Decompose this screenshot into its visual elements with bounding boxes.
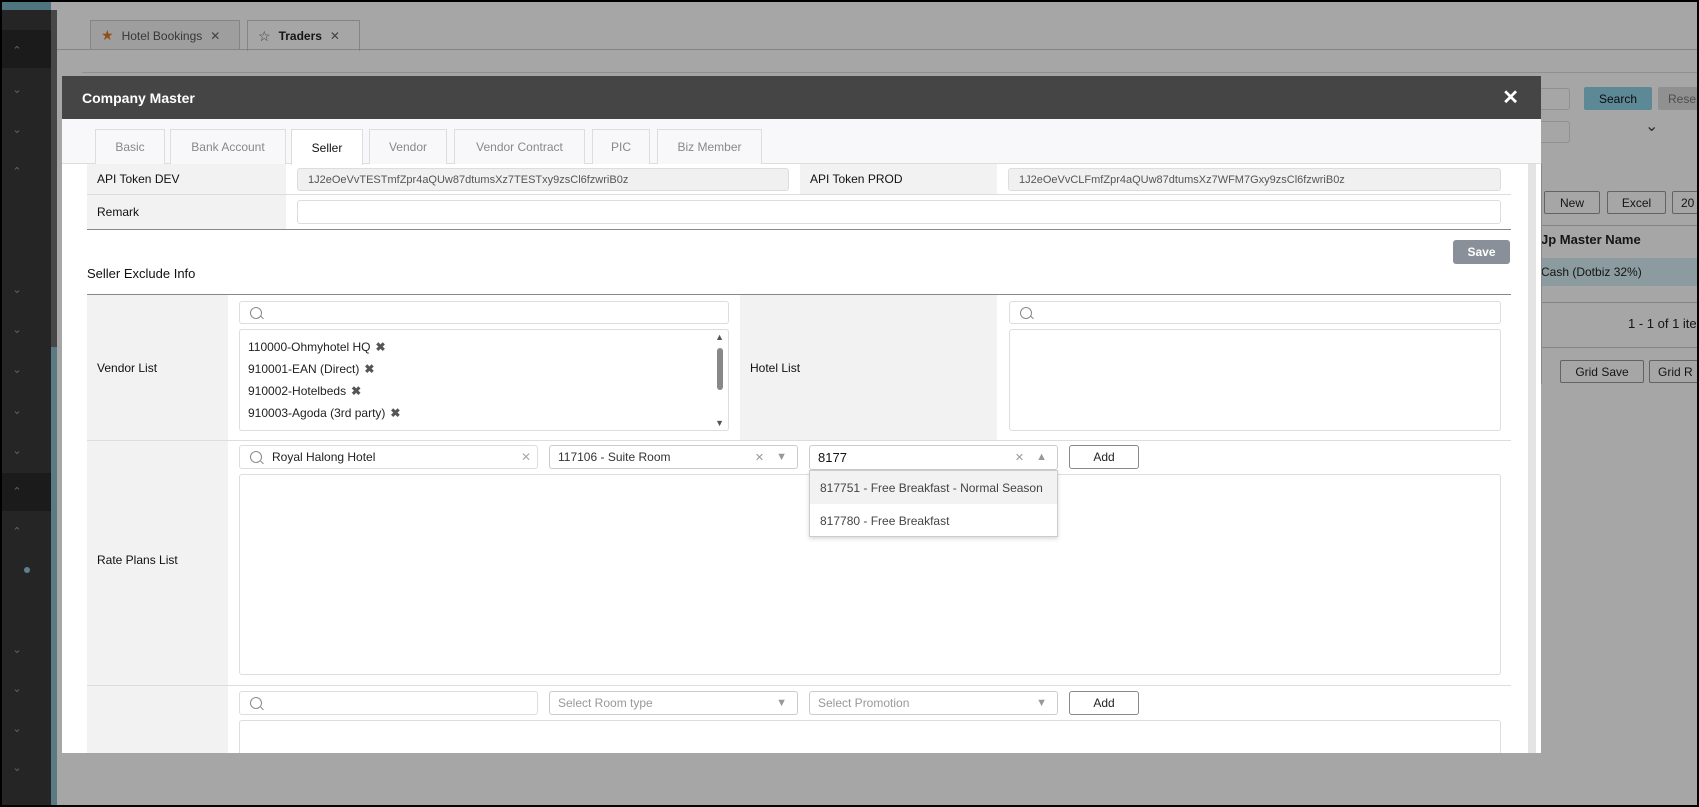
modal-tabs: Basic Bank Account Seller Vendor Vendor …	[62, 119, 1541, 165]
tab-bank-account[interactable]: Bank Account	[170, 129, 286, 164]
label-text: Rate Plans List	[97, 553, 178, 567]
field-value: Royal Halong Hotel	[272, 450, 376, 464]
api-token-prod-label: API Token PROD	[800, 164, 997, 194]
label-text: Hotel List	[750, 360, 801, 375]
list-box[interactable]	[239, 720, 1501, 753]
tab-biz-member[interactable]: Biz Member	[657, 129, 762, 164]
search-icon	[250, 451, 262, 463]
tab-vendor[interactable]: Vendor	[369, 129, 447, 164]
clear-icon[interactable]: ✕	[521, 450, 531, 464]
search-icon	[1020, 306, 1032, 319]
room-type-select[interactable]: 117106 - Suite Room ✕ ▼	[549, 445, 798, 469]
field-value: 1J2eOeVvCLFmfZpr4aQUw87dtumsXz7WFM7Gxy9z…	[1019, 173, 1345, 186]
vendor-name: 910003-Agoda (3rd party)	[248, 406, 386, 420]
label-text: API Token DEV	[97, 172, 180, 186]
promotion-select[interactable]: Select Promotion ▼	[809, 691, 1058, 715]
api-token-dev-field[interactable]: 1J2eOeVvTESTmfZpr4aQUw87dtumsXz7TESTxy9z…	[297, 168, 789, 191]
placeholder: Select Room type	[558, 696, 653, 710]
hotel-list-box[interactable]	[1009, 329, 1501, 431]
tab-vendor-contract[interactable]: Vendor Contract	[454, 129, 585, 164]
hotel-search-input[interactable]	[1009, 301, 1501, 324]
list-item: 910002-Hotelbeds ✖	[248, 380, 720, 402]
vendor-list-label: Vendor List	[87, 295, 228, 440]
scrollbar-thumb[interactable]	[717, 348, 723, 390]
list-item: 910003-Agoda (3rd party) ✖	[248, 402, 720, 424]
list-item: 910001-EAN (Direct) ✖	[248, 358, 720, 380]
row-label	[87, 686, 228, 753]
promotion-select[interactable]: 8177 ✕ ▲	[809, 445, 1058, 470]
search-icon	[250, 306, 262, 319]
placeholder: Select Promotion	[818, 696, 910, 710]
rate-hotel-search-input[interactable]: Royal Halong Hotel ✕	[239, 445, 538, 469]
search-icon	[250, 697, 262, 709]
api-token-dev-label: API Token DEV	[87, 164, 286, 194]
room-type-select[interactable]: Select Room type ▼	[549, 691, 798, 715]
vendor-search-input[interactable]	[239, 301, 729, 324]
remark-input[interactable]	[297, 200, 1501, 224]
caret-down-icon[interactable]: ▼	[1036, 697, 1047, 709]
list-item: 110000-Ohmyhotel HQ ✖	[248, 336, 720, 358]
section-title: Seller Exclude Info	[87, 266, 196, 281]
label-text: API Token PROD	[810, 172, 903, 186]
divider	[87, 229, 1511, 230]
clear-icon[interactable]: ✕	[755, 451, 764, 464]
api-token-prod-field[interactable]: 1J2eOeVvCLFmfZpr4aQUw87dtumsXz7WFM7Gxy9z…	[1008, 168, 1501, 191]
caret-up-icon[interactable]: ▲	[1036, 451, 1047, 464]
label-text: Remark	[97, 205, 140, 219]
hotel-search-input[interactable]	[239, 691, 538, 715]
tab-seller[interactable]: Seller	[291, 129, 363, 165]
caret-down-icon[interactable]: ▼	[776, 451, 787, 464]
close-icon[interactable]: ✕	[1502, 85, 1519, 110]
divider	[87, 440, 1511, 441]
company-master-modal: Company Master ✕ Basic Bank Account Sell…	[62, 76, 1541, 753]
tab-basic[interactable]: Basic	[95, 129, 165, 164]
vendor-name: 110000-Ohmyhotel HQ	[248, 340, 371, 354]
scroll-down-icon[interactable]: ▼	[715, 418, 724, 428]
rate-plans-label: Rate Plans List	[87, 441, 228, 685]
dropdown-option[interactable]: 817780 - Free Breakfast	[810, 504, 1057, 537]
modal-title: Company Master	[82, 89, 195, 106]
selected-value: 117106 - Suite Room	[558, 450, 671, 464]
divider	[87, 194, 1511, 195]
vendor-list-box[interactable]: 110000-Ohmyhotel HQ ✖ 910001-EAN (Direct)…	[239, 329, 729, 431]
caret-down-icon[interactable]: ▼	[776, 697, 787, 709]
promotion-dropdown: 817751 - Free Breakfast - Normal Season …	[809, 470, 1058, 537]
tab-pic[interactable]: PIC	[592, 129, 650, 164]
remove-icon[interactable]: ✖	[351, 384, 361, 398]
remark-label: Remark	[87, 195, 286, 229]
add-button[interactable]: Add	[1069, 691, 1139, 715]
remove-icon[interactable]: ✖	[390, 406, 400, 420]
label-text: Vendor List	[97, 360, 158, 375]
save-button[interactable]: Save	[1453, 240, 1510, 264]
dropdown-option[interactable]: 817751 - Free Breakfast - Normal Season	[810, 471, 1057, 504]
scroll-up-icon[interactable]: ▲	[715, 332, 724, 342]
modal-header: Company Master ✕	[62, 76, 1541, 119]
search-value: 8177	[818, 450, 847, 465]
hotel-list-label: Hotel List	[740, 295, 997, 440]
field-value: 1J2eOeVvTESTmfZpr4aQUw87dtumsXz7TESTxy9z…	[308, 173, 629, 186]
clear-icon[interactable]: ✕	[1015, 451, 1024, 464]
remove-icon[interactable]: ✖	[376, 340, 386, 354]
divider	[87, 685, 1511, 686]
vendor-name: 910002-Hotelbeds	[248, 384, 347, 398]
add-button[interactable]: Add	[1069, 445, 1139, 469]
remove-icon[interactable]: ✖	[364, 362, 374, 376]
scrollbar-track[interactable]	[1528, 164, 1536, 753]
vendor-name: 910001-EAN (Direct)	[248, 362, 360, 376]
